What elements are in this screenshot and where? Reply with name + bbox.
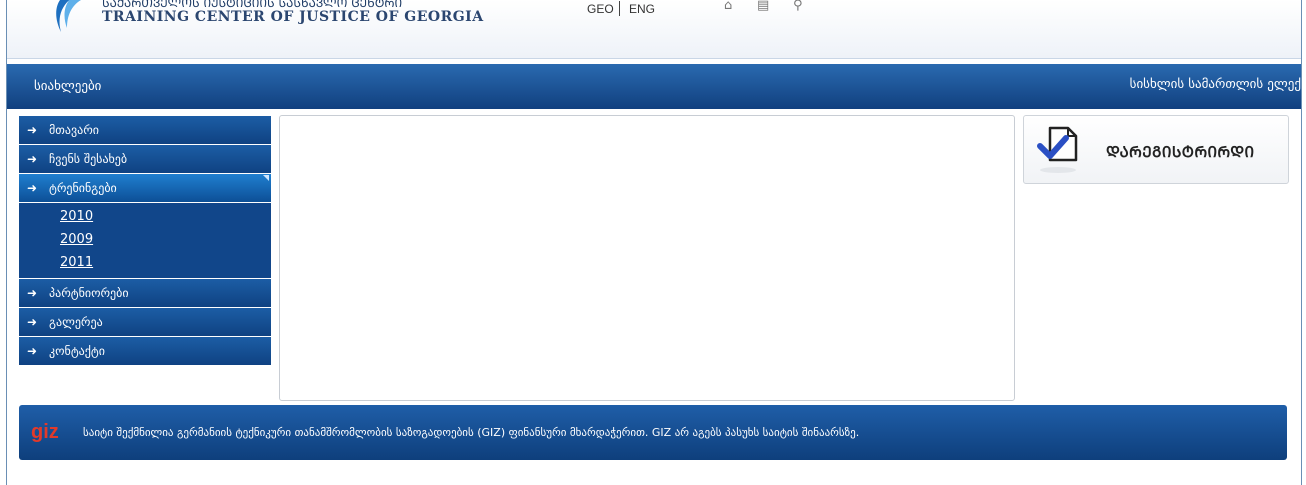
org-name-english: TRAINING CENTER OF JUSTICE OF GEORGIA [102, 9, 484, 25]
site-header: ᲡᲐᲥᲐᲠᲗᲕᲔᲚᲝᲡ ᲘᲣᲡᲢᲘᲪᲘᲘᲡ ᲡᲐᲡᲬᲐᲕᲚᲝ ᲪᲔᲜᲢᲠᲘ TR… [7, 0, 1301, 59]
sidebar-item-label: კონტაქტი [49, 344, 105, 358]
sidebar-item-label: ტრენინგები [49, 181, 117, 195]
page-frame: ᲡᲐᲥᲐᲠᲗᲕᲔᲚᲝᲡ ᲘᲣᲡᲢᲘᲪᲘᲘᲡ ᲡᲐᲡᲬᲐᲕᲚᲝ ᲪᲔᲜᲢᲠᲘ TR… [6, 0, 1302, 485]
sidebar-item-partners[interactable]: ➜ პარტნიორები [19, 279, 271, 307]
sidebar-subitem-2011[interactable]: 2011 [19, 253, 271, 276]
active-corner-marker [263, 175, 269, 181]
arrow-right-icon: ➜ [27, 152, 38, 166]
arrow-right-icon: ➜ [27, 344, 38, 358]
lang-separator [619, 1, 620, 16]
top-navbar: სიახლეები სისხლის სამართლის ელექ [7, 64, 1301, 109]
footer-credit-text: საიტი შექმნილია გერმანიის ტექნიკური თანა… [83, 426, 860, 439]
sidebar-item-trainings[interactable]: ➜ ტრენინგები [19, 174, 271, 202]
nav-news-link[interactable]: სიახლეები [34, 79, 101, 94]
sidebar-menu: ➜ მთავარი ➜ ჩვენს შესახებ ➜ ტრენინგები 2010… [19, 116, 271, 366]
sidebar-item-label: გალერეა [49, 315, 103, 329]
sidebar-item-label: ჩვენს შესახებ [49, 152, 128, 166]
giz-logo: giz [31, 421, 59, 443]
lang-eng-link[interactable]: ENG [629, 2, 655, 16]
sitemap-icon[interactable]: ⚲ [793, 0, 803, 13]
register-check-icon [1037, 126, 1078, 173]
sidebar-item-contact[interactable]: ➜ კონტაქტი [19, 337, 271, 365]
sidebar-item-label: პარტნიორები [49, 286, 129, 300]
sidebar-submenu-trainings: 2010 2009 2011 [19, 203, 271, 278]
sidebar-item-label: მთავარი [49, 123, 99, 137]
footer-bar: giz საიტი შექმნილია გერმანიის ტექნიკური … [19, 405, 1287, 460]
arrow-right-icon: ➜ [27, 123, 38, 137]
register-button[interactable]: ᲓᲐᲠᲔᲒᲘᲡᲢᲠᲘᲠᲓᲘ [1023, 115, 1289, 184]
sidebar-subitem-2010[interactable]: 2010 [19, 207, 271, 230]
home-icon[interactable]: ⌂ [724, 0, 732, 13]
sidebar-item-gallery[interactable]: ➜ გალერეა [19, 308, 271, 336]
arrow-right-icon: ➜ [27, 181, 38, 195]
sidebar-subitem-2009[interactable]: 2009 [19, 230, 271, 253]
arrow-right-icon: ➜ [27, 286, 38, 300]
document-icon[interactable]: ▤ [757, 0, 769, 13]
register-label: ᲓᲐᲠᲔᲒᲘᲡᲢᲠᲘᲠᲓᲘ [1106, 143, 1255, 161]
sidebar-item-about[interactable]: ➜ ჩვენს შესახებ [19, 145, 271, 173]
arrow-right-icon: ➜ [27, 315, 38, 329]
lang-geo-link[interactable]: GEO [587, 2, 614, 16]
main-content-panel [279, 115, 1015, 401]
logo-icon[interactable] [51, 0, 81, 32]
nav-criminal-law-link[interactable]: სისხლის სამართლის ელექ [1130, 77, 1301, 92]
sidebar-item-main[interactable]: ➜ მთავარი [19, 116, 271, 144]
